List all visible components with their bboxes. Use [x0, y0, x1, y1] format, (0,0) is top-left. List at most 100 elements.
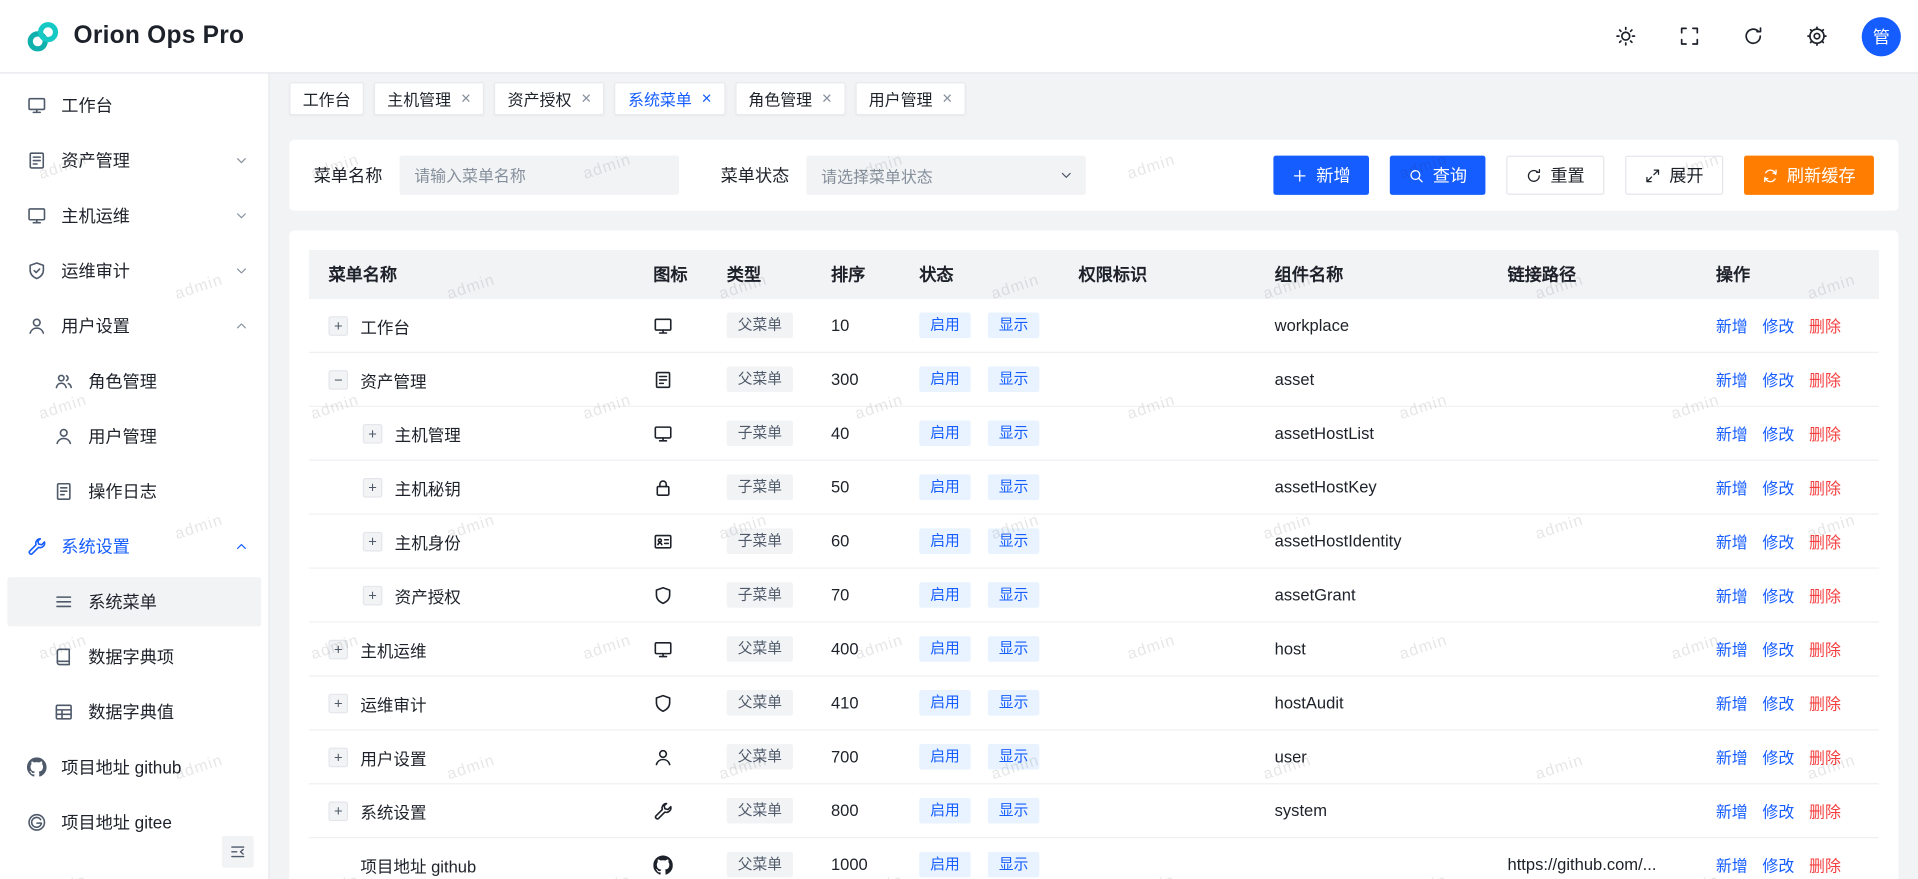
expand-row-icon[interactable]: + [363, 585, 383, 605]
column-header: 权限标识 [1059, 262, 1255, 287]
expand-row-icon[interactable]: + [328, 639, 348, 659]
row-delete-link[interactable]: 删除 [1809, 799, 1841, 822]
sidebar-item-user-management[interactable]: 用户管理 [7, 412, 261, 461]
row-edit-link[interactable]: 修改 [1762, 314, 1794, 337]
app-title: Orion Ops Pro [74, 22, 245, 50]
row-delete-link[interactable]: 删除 [1809, 422, 1841, 445]
sidebar-item-data-dict-item[interactable]: 数据字典项 [7, 632, 261, 681]
row-edit-link[interactable]: 修改 [1762, 691, 1794, 714]
row-edit-link[interactable]: 修改 [1762, 853, 1794, 876]
sidebar-item-user-settings[interactable]: 用户设置 [7, 301, 261, 350]
row-delete-link[interactable]: 删除 [1809, 529, 1841, 552]
row-add-link[interactable]: 新增 [1716, 853, 1748, 876]
dict-icon [54, 647, 74, 667]
expand-row-icon[interactable]: + [328, 747, 348, 767]
menu-type-cell: 子菜单 [707, 582, 811, 608]
close-icon[interactable]: × [942, 89, 952, 106]
menu-icon-cell [634, 639, 708, 659]
row-edit-link[interactable]: 修改 [1762, 368, 1794, 391]
expand-row-icon[interactable]: + [328, 693, 348, 713]
menu-type-cell: 父菜单 [707, 366, 811, 392]
tab-system-menu[interactable]: 系统菜单× [615, 82, 726, 115]
sidebar-item-system-settings[interactable]: 系统设置 [7, 522, 261, 571]
table-header-row: 菜单名称图标类型排序状态权限标识组件名称链接路径操作 [309, 250, 1879, 299]
row-add-link[interactable]: 新增 [1716, 799, 1748, 822]
row-delete-link[interactable]: 删除 [1809, 368, 1841, 391]
sidebar-item-workbench[interactable]: 工作台 [7, 81, 261, 130]
sidebar-item-data-dict-value[interactable]: 数据字典值 [7, 688, 261, 737]
row-add-link[interactable]: 新增 [1716, 691, 1748, 714]
reset-button[interactable]: 重置 [1506, 156, 1604, 195]
table-icon [54, 702, 74, 722]
tab-host-management[interactable]: 主机管理× [374, 82, 485, 115]
sidebar-item-asset-management[interactable]: 资产管理 [7, 136, 261, 185]
row-actions: 新增修改删除 [1696, 799, 1879, 822]
sidebar-item-label: 工作台 [61, 93, 249, 118]
tab-role-management[interactable]: 角色管理× [735, 82, 846, 115]
expand-row-icon[interactable]: + [328, 316, 348, 336]
tab-asset-grant[interactable]: 资产授权× [494, 82, 605, 115]
row-delete-link[interactable]: 删除 [1809, 637, 1841, 660]
row-edit-link[interactable]: 修改 [1762, 637, 1794, 660]
refresh-cache-button[interactable]: 刷新缓存 [1744, 156, 1874, 195]
row-edit-link[interactable]: 修改 [1762, 745, 1794, 768]
expand-button[interactable]: 展开 [1625, 156, 1723, 195]
row-actions: 新增修改删除 [1696, 314, 1879, 337]
menu-name-input[interactable] [400, 156, 679, 195]
app-header: Orion Ops Pro 管 [0, 0, 1918, 74]
row-add-link[interactable]: 新增 [1716, 314, 1748, 337]
sidebar-item-host-ops[interactable]: 主机运维 [7, 191, 261, 240]
close-icon[interactable]: × [461, 89, 471, 106]
row-edit-link[interactable]: 修改 [1762, 799, 1794, 822]
row-delete-link[interactable]: 删除 [1809, 745, 1841, 768]
close-icon[interactable]: × [581, 89, 591, 106]
status-badge: 启用 [919, 582, 970, 608]
menu-status-select[interactable]: 请选择菜单状态 [806, 156, 1085, 195]
menu-name-text: 项目地址 github [360, 852, 476, 877]
add-button[interactable]: 新增 [1273, 156, 1369, 195]
menu-type-cell: 父菜单 [707, 313, 811, 339]
expand-row-icon[interactable]: + [363, 423, 383, 443]
sidebar-item-project-github[interactable]: 项目地址 github [7, 743, 261, 792]
settings-gear-icon[interactable] [1798, 18, 1835, 55]
row-edit-link[interactable]: 修改 [1762, 476, 1794, 499]
close-icon[interactable]: × [702, 89, 712, 106]
expand-row-icon[interactable]: + [363, 477, 383, 497]
user-avatar[interactable]: 管 [1862, 17, 1901, 56]
sidebar-item-role-management[interactable]: 角色管理 [7, 357, 261, 406]
plus-icon [1292, 167, 1308, 183]
row-add-link[interactable]: 新增 [1716, 745, 1748, 768]
menu-table-card: 菜单名称图标类型排序状态权限标识组件名称链接路径操作 +工作台父菜单10启用显示… [289, 230, 1898, 879]
row-add-link[interactable]: 新增 [1716, 529, 1748, 552]
query-button[interactable]: 查询 [1390, 156, 1486, 195]
row-delete-link[interactable]: 删除 [1809, 691, 1841, 714]
row-edit-link[interactable]: 修改 [1762, 529, 1794, 552]
sidebar-item-ops-audit[interactable]: 运维审计 [7, 246, 261, 295]
theme-sun-icon[interactable] [1607, 18, 1644, 55]
row-edit-link[interactable]: 修改 [1762, 422, 1794, 445]
row-delete-link[interactable]: 删除 [1809, 476, 1841, 499]
close-icon[interactable]: × [822, 89, 832, 106]
refresh-icon[interactable] [1734, 18, 1771, 55]
row-add-link[interactable]: 新增 [1716, 476, 1748, 499]
row-add-link[interactable]: 新增 [1716, 583, 1748, 606]
expand-row-icon[interactable]: + [328, 801, 348, 821]
row-add-link[interactable]: 新增 [1716, 368, 1748, 391]
row-delete-link[interactable]: 删除 [1809, 314, 1841, 337]
tab-workbench[interactable]: 工作台 [289, 82, 364, 115]
sidebar-collapse-icon[interactable] [222, 836, 254, 868]
sidebar-item-operation-log[interactable]: 操作日志 [7, 467, 261, 516]
row-add-link[interactable]: 新增 [1716, 422, 1748, 445]
sidebar-item-system-menu[interactable]: 系统菜单 [7, 577, 261, 626]
row-edit-link[interactable]: 修改 [1762, 583, 1794, 606]
row-add-link[interactable]: 新增 [1716, 637, 1748, 660]
row-delete-link[interactable]: 删除 [1809, 583, 1841, 606]
fullscreen-icon[interactable] [1670, 18, 1707, 55]
tab-label: 工作台 [303, 86, 351, 109]
row-delete-link[interactable]: 删除 [1809, 853, 1841, 876]
table-row: 项目地址 github父菜单1000启用显示https://github.com… [309, 838, 1879, 879]
expand-row-icon[interactable]: + [363, 531, 383, 551]
status-badge: 显示 [988, 582, 1039, 608]
collapse-row-icon[interactable]: − [328, 370, 348, 390]
tab-user-management[interactable]: 用户管理× [855, 82, 966, 115]
